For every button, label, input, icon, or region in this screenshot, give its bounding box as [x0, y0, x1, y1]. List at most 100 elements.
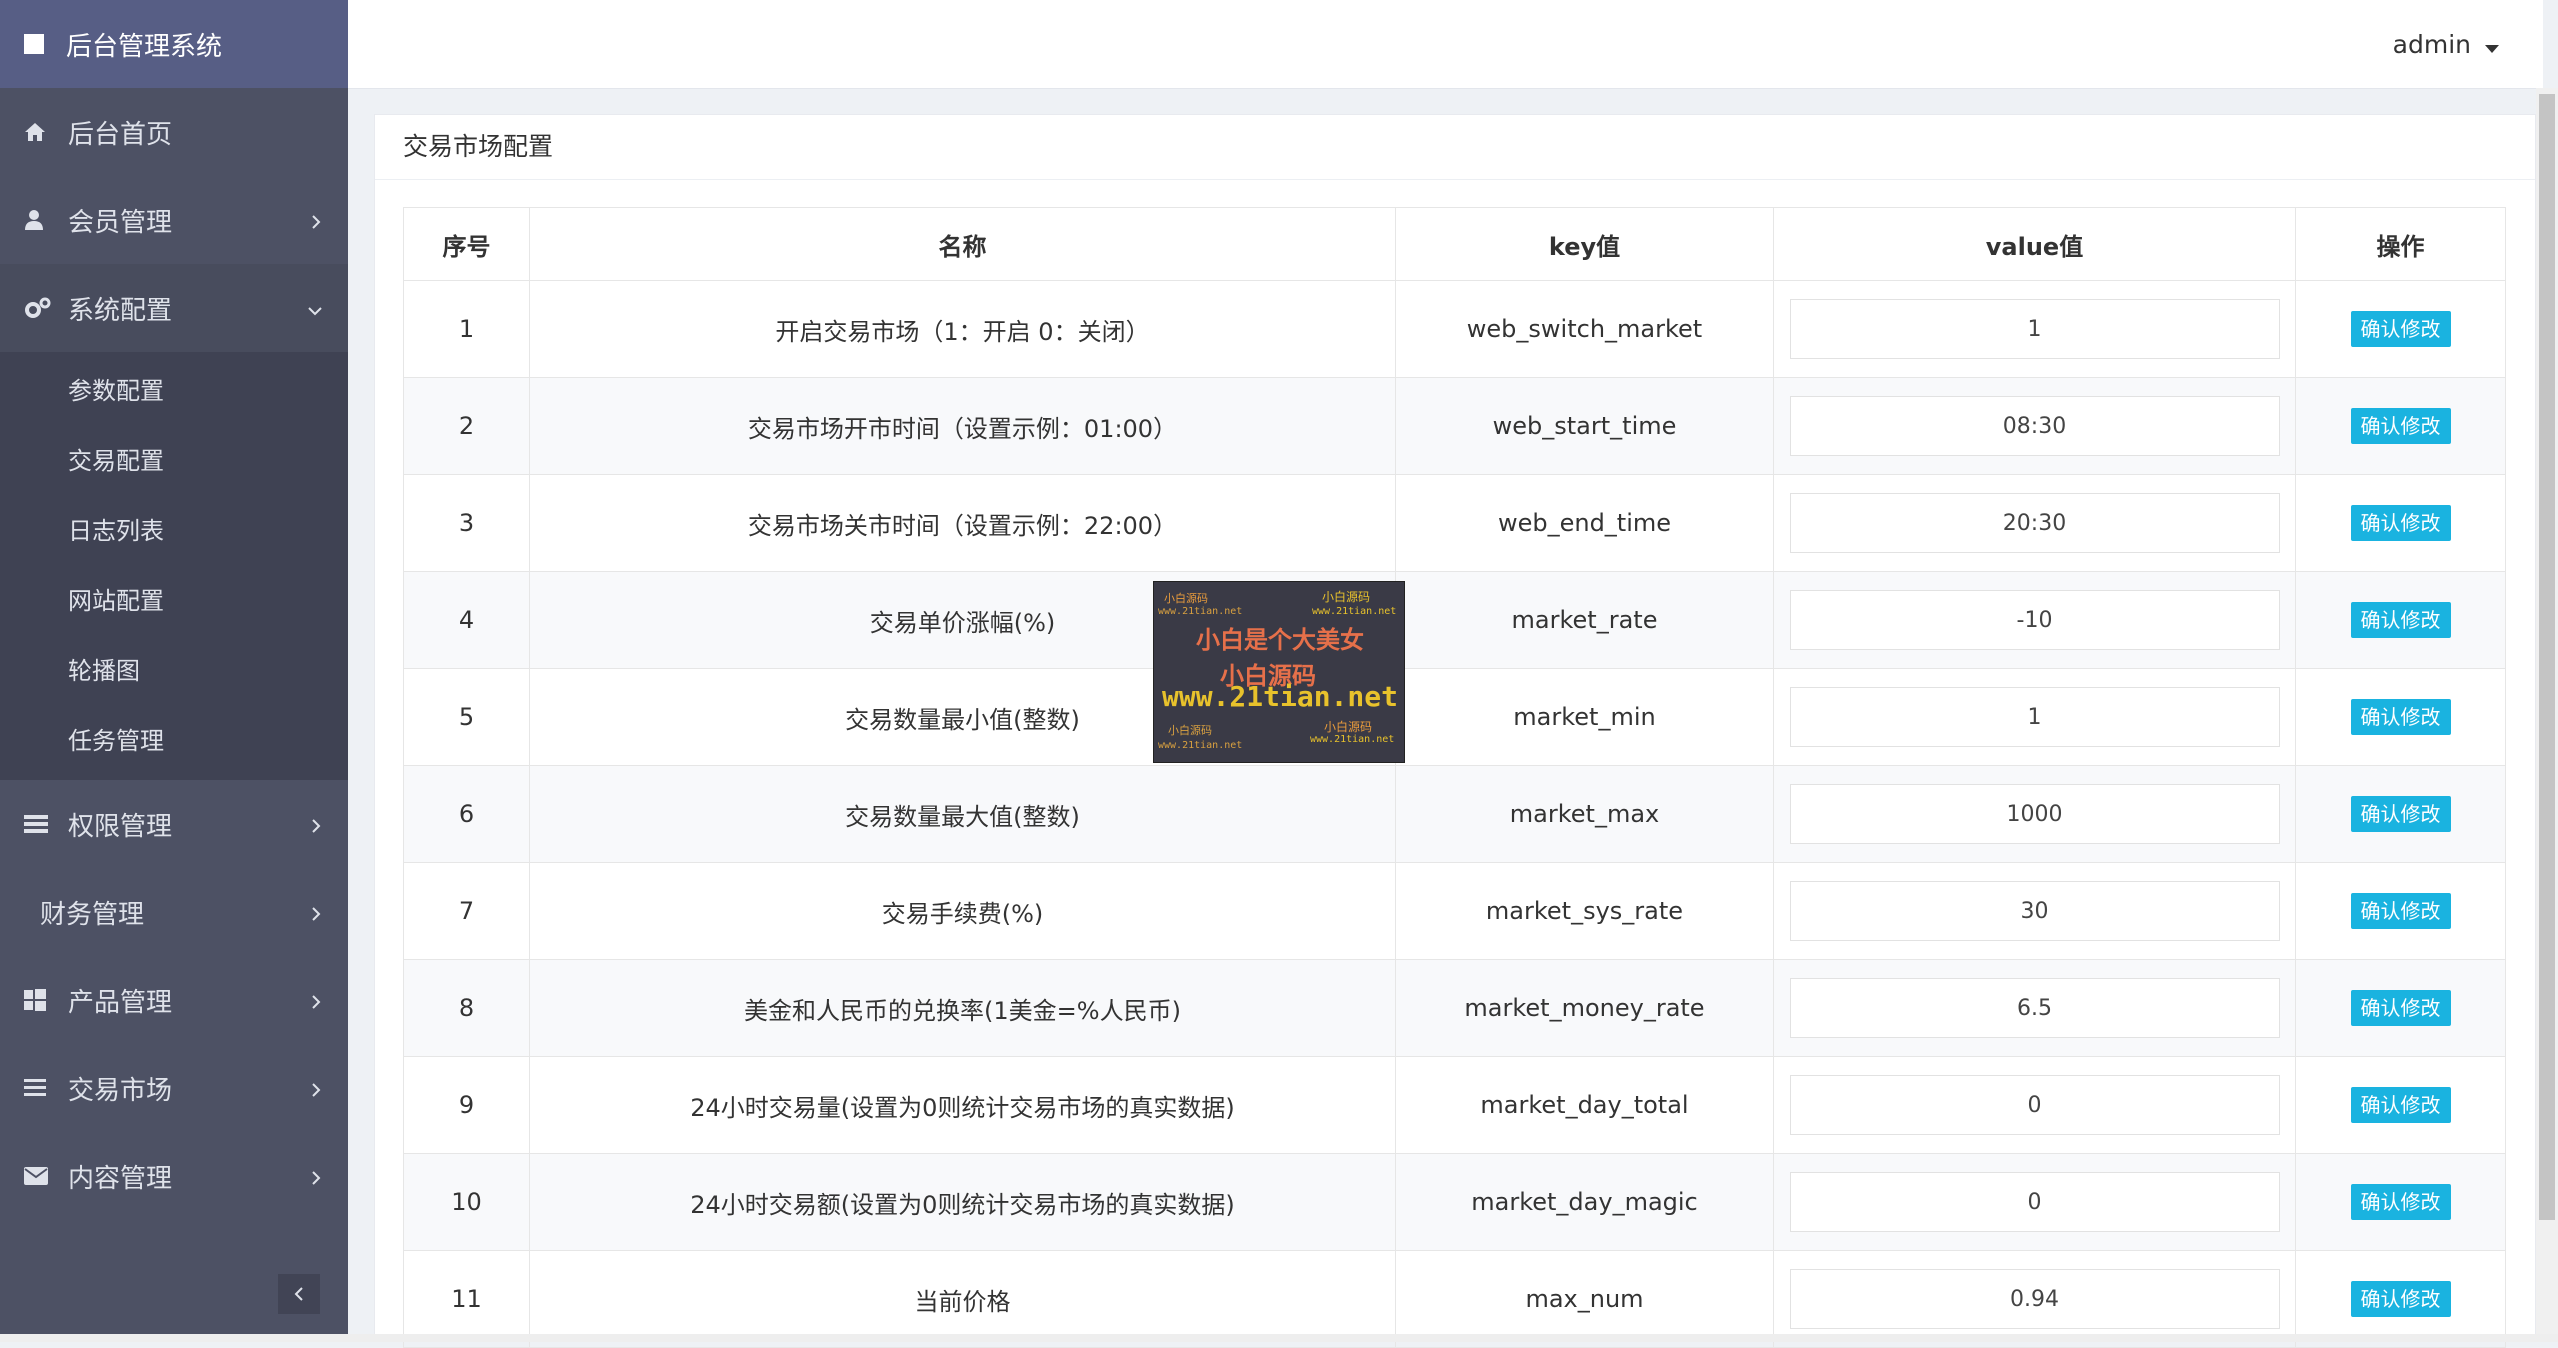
value-input[interactable] [1789, 1172, 2280, 1232]
row-number: 9 [403, 1056, 530, 1154]
row-action-cell: 确认修改 [2295, 280, 2506, 378]
table-row: 10 24小时交易额(设置为0则统计交易市场的真实数据) market_day_ma… [403, 1153, 2506, 1251]
confirm-edit-button[interactable]: 确认修改 [2350, 311, 2451, 347]
row-value-cell [1773, 377, 2296, 475]
value-input[interactable] [1789, 299, 2280, 359]
caret-down-icon [2485, 30, 2499, 59]
value-input[interactable] [1789, 978, 2280, 1038]
home-icon [24, 122, 64, 142]
config-table: 序号 名称 key值 value值 操作 1 开启交易市场（1：开启 0：关闭） w… [403, 207, 2506, 1348]
table-row: 9 24小时交易量(设置为0则统计交易市场的真实数据) market_day_tot… [403, 1056, 2506, 1154]
confirm-edit-button[interactable]: 确认修改 [2350, 699, 2451, 735]
chevron-down-icon [308, 294, 322, 324]
confirm-edit-button[interactable]: 确认修改 [2350, 893, 2451, 929]
row-key: market_money_rate [1395, 959, 1774, 1057]
row-action-cell: 确认修改 [2295, 571, 2506, 669]
watermark-text: www.21tian.net [1158, 740, 1243, 751]
system-config-submenu: 参数配置 交易配置 日志列表 网站配置 轮播图 任务管理 [0, 352, 348, 780]
row-key: market_day_total [1395, 1056, 1774, 1154]
sidebar-collapse-button[interactable] [278, 1274, 320, 1314]
confirm-edit-button[interactable]: 确认修改 [2350, 1184, 2451, 1220]
sidebar-item-label: 后台首页 [68, 119, 173, 150]
sidebar-item-label: 内容管理 [68, 1163, 173, 1194]
row-key: web_start_time [1395, 377, 1774, 475]
value-input[interactable] [1789, 493, 2280, 553]
chevron-right-icon [310, 810, 322, 840]
table-row: 4交易单价涨幅(%)market_rate确认修改 [403, 571, 2506, 669]
submenu-item-tasks[interactable]: 任务管理 [0, 706, 348, 776]
sidebar-item-permissions[interactable]: 权限管理 [0, 780, 348, 868]
sidebar-item-label: 会员管理 [68, 207, 173, 238]
row-value-cell [1773, 959, 2296, 1057]
submenu-item-carousel[interactable]: 轮播图 [0, 636, 348, 706]
row-action-cell: 确认修改 [2295, 959, 2506, 1057]
row-value-cell [1773, 1153, 2296, 1251]
value-input[interactable] [1789, 396, 2280, 456]
row-value-cell [1773, 765, 2296, 863]
submenu-item-site-config[interactable]: 网站配置 [0, 566, 348, 636]
row-key: market_min [1395, 668, 1774, 766]
confirm-edit-button[interactable]: 确认修改 [2350, 1087, 2451, 1123]
row-name: 交易手续费(%) [529, 862, 1396, 960]
table-row: 5交易数量最小值(整数)market_min确认修改 [403, 668, 2506, 766]
watermark-text: 小白源码 [1322, 590, 1371, 604]
watermark-text: 小白是个大美女 [1196, 626, 1364, 654]
row-number: 2 [403, 377, 530, 475]
value-input[interactable] [1789, 687, 2280, 747]
sidebar-item-content[interactable]: 内容管理 [0, 1132, 348, 1220]
user-icon [24, 209, 64, 231]
row-value-cell [1773, 862, 2296, 960]
row-value-cell [1773, 1250, 2296, 1348]
submenu-item-params[interactable]: 参数配置 [0, 356, 348, 426]
sidebar-item-home[interactable]: 后台首页 [0, 88, 348, 176]
app-title: 后台管理系统 [66, 31, 223, 62]
scrollbar-thumb[interactable] [2539, 94, 2555, 1220]
sidebar-item-label: 产品管理 [68, 987, 173, 1018]
sidebar-item-system-config[interactable]: 系统配置 [0, 264, 348, 352]
confirm-edit-button[interactable]: 确认修改 [2350, 1281, 2451, 1317]
row-name: 交易市场开市时间（设置示例：01:00） [529, 377, 1396, 475]
value-input[interactable] [1789, 1269, 2280, 1329]
value-input[interactable] [1789, 1075, 2280, 1135]
confirm-edit-button[interactable]: 确认修改 [2350, 796, 2451, 832]
row-name: 交易数量最大值(整数) [529, 765, 1396, 863]
sidebar-item-market[interactable]: 交易市场 [0, 1044, 348, 1132]
submenu-item-trade-config[interactable]: 交易配置 [0, 426, 348, 496]
watermark-text: 小白源码 [1168, 724, 1212, 737]
row-name: 美金和人民币的兑换率(1美金=%人民币) [529, 959, 1396, 1057]
submenu-item-logs[interactable]: 日志列表 [0, 496, 348, 566]
row-name: 开启交易市场（1：开启 0：关闭） [529, 280, 1396, 378]
sidebar-item-members[interactable]: 会员管理 [0, 176, 348, 264]
row-number: 1 [403, 280, 530, 378]
row-value-cell [1773, 474, 2296, 572]
confirm-edit-button[interactable]: 确认修改 [2350, 505, 2451, 541]
table-header-row: 序号 名称 key值 value值 操作 [403, 207, 2506, 281]
row-number: 5 [403, 668, 530, 766]
confirm-edit-button[interactable]: 确认修改 [2350, 408, 2451, 444]
vertical-scrollbar[interactable] [2536, 88, 2558, 1334]
column-header-no: 序号 [403, 207, 530, 281]
sidebar-item-finance[interactable]: 财务管理 [0, 868, 348, 956]
row-key: market_max [1395, 765, 1774, 863]
confirm-edit-button[interactable]: 确认修改 [2350, 990, 2451, 1026]
watermark-text: 小白源码 [1324, 720, 1373, 734]
chevron-left-icon [294, 1287, 303, 1301]
row-action-cell: 确认修改 [2295, 377, 2506, 475]
value-input[interactable] [1789, 784, 2280, 844]
row-number: 10 [403, 1153, 530, 1251]
user-menu[interactable]: admin [2393, 0, 2499, 88]
sidebar-item-label: 权限管理 [68, 811, 173, 842]
value-input[interactable] [1789, 590, 2280, 650]
brand[interactable]: 后台管理系统 [0, 0, 348, 88]
row-name: 24小时交易量(设置为0则统计交易市场的真实数据) [529, 1056, 1396, 1154]
table-row: 11当前价格max_num 确认修改 [403, 1250, 2506, 1348]
column-header-action: 操作 [2295, 207, 2506, 281]
confirm-edit-button[interactable]: 确认修改 [2350, 602, 2451, 638]
row-value-cell [1773, 280, 2296, 378]
config-panel: 交易市场配置 序号 名称 key值 value值 操作 1 开启交易市场（1：开启… [374, 114, 2536, 1348]
row-name: 交易市场关市时间（设置示例：22:00） [529, 474, 1396, 572]
row-action-cell: 确认修改 [2295, 1153, 2506, 1251]
sidebar-item-products[interactable]: 产品管理 [0, 956, 348, 1044]
value-input[interactable] [1789, 881, 2280, 941]
row-name: 当前价格 [529, 1250, 1396, 1348]
